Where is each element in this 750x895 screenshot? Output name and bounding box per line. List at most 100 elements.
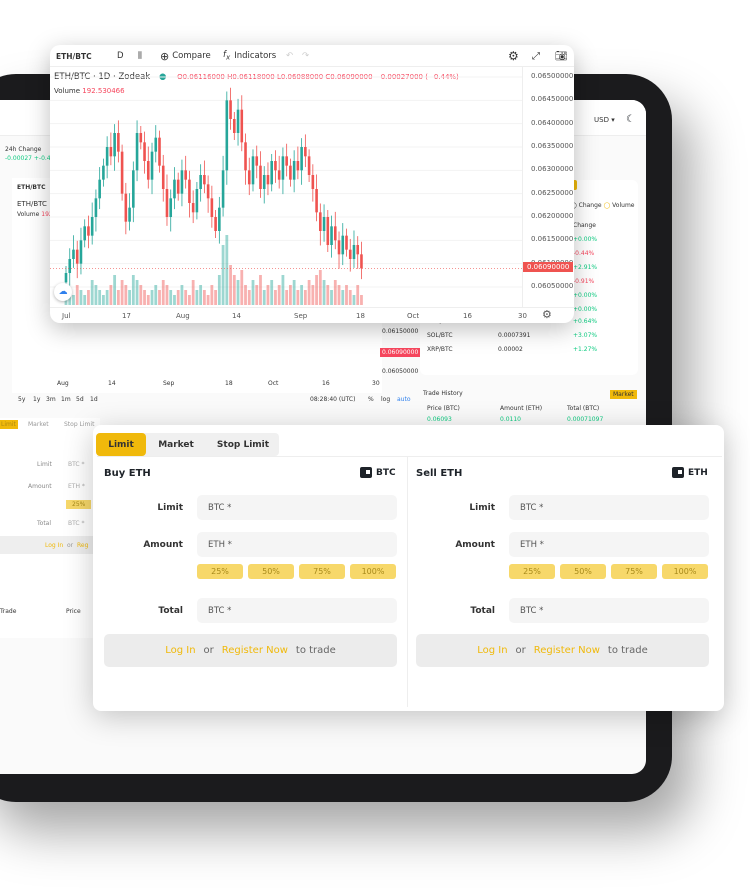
amount-input[interactable]: ETH * <box>509 532 709 557</box>
volume-bar <box>154 285 158 305</box>
wallet-icon <box>672 467 684 478</box>
candle-body <box>150 151 154 180</box>
y-axis[interactable]: 0.06500000 0.06450000 0.06400000 0.06350000… <box>522 67 574 307</box>
volume-bar <box>341 290 345 305</box>
candle-body <box>72 249 75 259</box>
wallet-indicator: ETH <box>672 467 708 478</box>
pct-75-button[interactable]: 75% <box>611 564 657 579</box>
camera-icon[interactable]: 📷︎ <box>555 45 568 67</box>
volume-bar <box>247 290 251 305</box>
candle-body <box>285 156 288 166</box>
limit-input[interactable]: BTC * <box>197 495 397 520</box>
total-input[interactable]: BTC * <box>197 598 397 623</box>
tab-stop-limit[interactable]: Stop Limit <box>208 433 278 456</box>
market-badge[interactable]: Market <box>610 390 637 399</box>
last-price-tag: 0.06090000 <box>380 348 421 357</box>
pct-50-button[interactable]: 50% <box>560 564 606 579</box>
fullscreen-icon[interactable]: ⤢ <box>532 45 540 67</box>
volume-bar <box>352 295 356 305</box>
x-axis[interactable]: Jul 17 Aug 14 Sep 18 Oct 16 30 <box>50 307 574 323</box>
y-tick: 0.06250000 <box>531 188 574 197</box>
total-input[interactable]: BTC * <box>509 598 709 623</box>
volume-bar <box>259 275 262 305</box>
amount-input[interactable]: ETH * <box>197 532 397 557</box>
log-toggle[interactable]: log <box>381 396 390 403</box>
settings-icon[interactable]: ⚙ <box>508 45 519 67</box>
currency-select[interactable]: USD ▾ <box>594 116 615 124</box>
candle-body <box>315 189 318 213</box>
candle-body <box>274 161 277 171</box>
volume-bar <box>191 280 195 305</box>
range-1m[interactable]: 1m <box>61 396 71 403</box>
toggle-change[interactable]: Change <box>579 202 602 209</box>
volume-bar <box>150 290 154 305</box>
range-5y[interactable]: 5y <box>18 396 25 403</box>
register-link[interactable]: Register Now <box>534 645 600 656</box>
login-link[interactable]: Log In <box>165 645 195 656</box>
indicators-button[interactable]: fx Indicators <box>223 45 276 67</box>
volume-bar <box>202 290 206 305</box>
candle-body <box>240 109 244 143</box>
login-link[interactable]: Log In <box>477 645 507 656</box>
pct-75-button[interactable]: 75% <box>299 564 345 579</box>
dark-mode-icon[interactable]: ☾ <box>626 114 635 125</box>
candle-body <box>289 165 292 180</box>
volume-bar <box>303 290 307 305</box>
volume-bar <box>221 245 225 305</box>
pct-25-button[interactable]: 25% <box>197 564 243 579</box>
candle-type-icon[interactable]: ⫼ <box>138 45 142 67</box>
volume-bar <box>143 290 146 305</box>
range-5d[interactable]: 5d <box>76 396 84 403</box>
range-1y[interactable]: 1y <box>33 396 40 403</box>
pct-25-button[interactable]: 25% <box>509 564 555 579</box>
register-link[interactable]: Register Now <box>222 645 288 656</box>
candle-body <box>210 198 214 217</box>
limit-input[interactable]: BTC * <box>509 495 709 520</box>
candle-body <box>169 198 173 217</box>
toggle-volume[interactable]: Volume <box>612 202 634 209</box>
volume-bar <box>139 285 143 305</box>
range-3m[interactable]: 3m <box>46 396 56 403</box>
volume-bar <box>281 275 285 305</box>
redo-icon[interactable]: ↷ <box>302 45 309 67</box>
volume-bar <box>296 290 300 305</box>
volume-bar <box>255 285 259 305</box>
candle-body <box>173 179 176 199</box>
mini-chart-title: ETH/BTC <box>17 200 47 208</box>
candle-body <box>90 217 94 236</box>
x-tick: Jul <box>62 312 71 320</box>
candle-body <box>337 240 341 255</box>
candle-body <box>356 245 360 255</box>
y-tick: 0.06050000 <box>531 282 574 290</box>
pct-100-button[interactable]: 100% <box>662 564 708 579</box>
volume-bar <box>311 285 315 305</box>
tab-limit[interactable]: Limit <box>96 433 146 456</box>
limit-label: Limit <box>469 503 495 513</box>
interval-button[interactable]: D <box>117 45 124 67</box>
panel-title: Sell ETH <box>416 468 463 479</box>
volume-bar <box>251 280 255 305</box>
pct-100-button[interactable]: 100% <box>350 564 396 579</box>
candlestick-plot[interactable] <box>50 67 574 307</box>
candle-body <box>281 156 285 180</box>
volume-bar <box>199 285 203 305</box>
candle-body <box>251 156 255 185</box>
volume-bar <box>169 290 173 305</box>
pct-50-button[interactable]: 50% <box>248 564 294 579</box>
x-tick: Aug <box>57 380 69 387</box>
tab-market[interactable]: Market <box>149 433 203 456</box>
x-tick: Sep <box>294 312 308 320</box>
volume-bar <box>188 295 191 305</box>
candle-body <box>161 165 165 189</box>
to-trade-text: to trade <box>607 645 648 656</box>
volume-bar <box>98 290 102 305</box>
compare-button[interactable]: ⊕ Compare <box>160 45 211 67</box>
symbol-button[interactable]: ETH/BTC <box>56 45 92 67</box>
undo-icon[interactable]: ↶ <box>286 45 293 67</box>
volume-bar <box>79 290 83 305</box>
range-1d[interactable]: 1d <box>90 396 98 403</box>
axis-settings-icon[interactable]: ⚙ <box>542 308 552 321</box>
auto-toggle[interactable]: auto <box>397 396 411 403</box>
percent-toggle[interactable]: % <box>368 396 374 403</box>
volume-bar <box>348 290 352 305</box>
